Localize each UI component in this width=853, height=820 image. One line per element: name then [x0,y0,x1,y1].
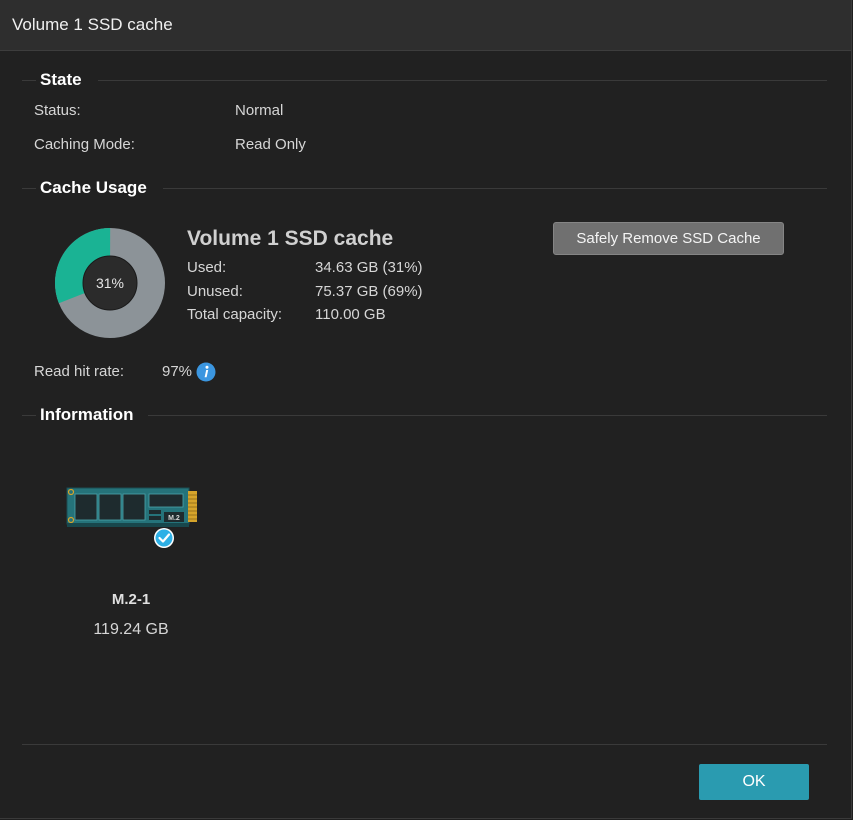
unused-label: Unused: [187,283,243,300]
unused-value: 75.37 GB (69%) [315,283,423,300]
info-icon[interactable] [196,362,216,382]
read-hit-rate-value: 97% [162,363,193,380]
information-section-header: Information [22,405,827,425]
ssd-m2-icon[interactable]: M.2 [66,486,198,550]
ok-button[interactable]: OK [699,764,809,800]
divider [163,188,827,189]
cache-usage-donut-chart: 31% [55,228,165,338]
caching-mode-label: Caching Mode: [34,136,135,153]
divider [22,80,36,81]
divider [98,80,827,81]
footer-divider [22,744,827,745]
cache-title: Volume 1 SSD cache [187,227,394,250]
donut-percent-label: 31% [95,275,125,291]
state-heading: State [40,70,82,89]
total-capacity-label: Total capacity: [187,306,283,323]
status-label: Status: [34,102,81,119]
state-section-header: State [22,70,827,90]
cache-usage-heading: Cache Usage [40,178,147,197]
title-bar[interactable]: Volume 1 SSD cache [0,0,851,51]
window-title: Volume 1 SSD cache [12,15,173,34]
status-value: Normal [235,102,284,119]
used-value: 34.63 GB (31%) [315,259,423,276]
used-label: Used: [187,259,227,276]
read-hit-rate-label: Read hit rate: [34,363,125,380]
disk-size: 119.24 GB [93,621,169,638]
ssd-cache-dialog: Volume 1 SSD cache State Status: Normal … [0,0,852,819]
ssd-chip-label: M.2 [168,515,180,522]
divider [148,415,827,416]
divider [22,188,36,189]
disk-name: M.2-1 [111,591,151,608]
information-heading: Information [40,405,134,424]
divider [22,415,36,416]
cache-usage-section-header: Cache Usage [22,178,827,198]
caching-mode-value: Read Only [235,136,306,153]
check-icon [154,528,174,548]
total-capacity-value: 110.00 GB [315,306,386,323]
safely-remove-ssd-cache-button[interactable]: Safely Remove SSD Cache [553,222,784,255]
